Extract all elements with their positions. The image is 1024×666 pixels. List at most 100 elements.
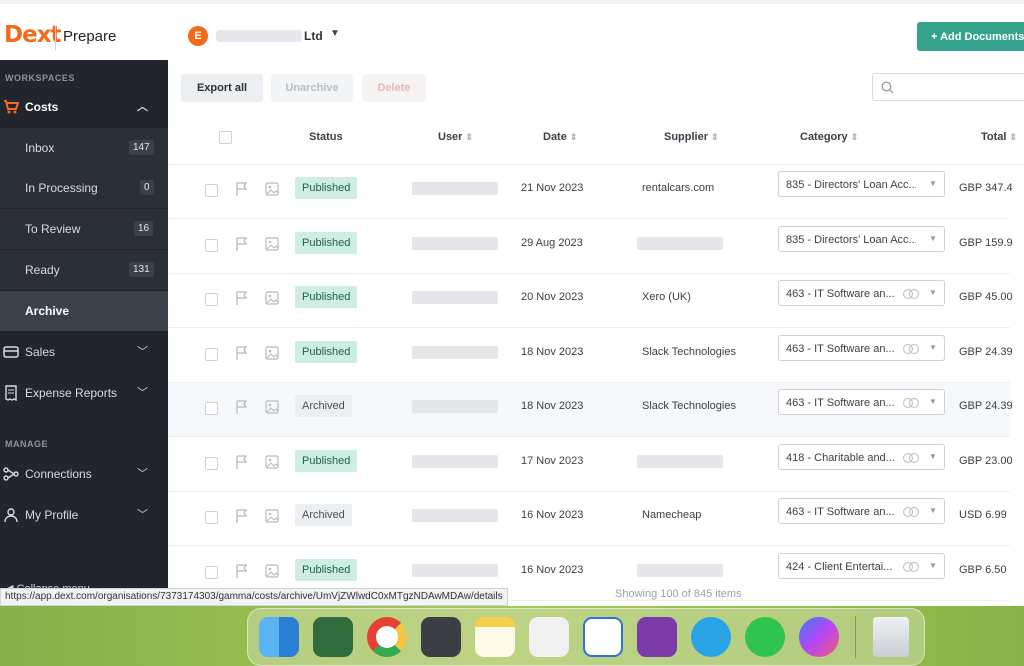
chevron-down-icon[interactable]: ﹀ <box>137 506 148 522</box>
sidebar-item-connections[interactable]: Connections ﹀ <box>0 454 168 494</box>
image-icon[interactable] <box>265 509 279 523</box>
row-checkbox[interactable] <box>205 238 218 252</box>
chevron-up-icon[interactable]: ︿ <box>137 98 148 114</box>
whatsapp-icon[interactable] <box>745 617 785 657</box>
category-value: 463 - IT Software an... <box>786 397 894 409</box>
trash-icon[interactable] <box>873 617 909 657</box>
column-category[interactable]: Category ⇕ <box>800 131 858 143</box>
auto-category-icon <box>902 505 920 519</box>
unarchive-button[interactable]: Unarchive <box>271 74 353 102</box>
image-icon[interactable] <box>265 236 279 251</box>
column-total[interactable]: Total ⇕ <box>981 131 1017 143</box>
row-checkbox[interactable] <box>205 347 218 361</box>
column-user[interactable]: User ⇕ <box>438 131 473 143</box>
quran-app-icon[interactable] <box>313 617 353 657</box>
table-row[interactable]: Archived 18 Nov 2023 Slack Technologies 463… <box>168 383 1013 437</box>
auto-category-icon <box>902 451 920 465</box>
flag-icon[interactable] <box>234 454 250 470</box>
table-row[interactable]: Published 18 Nov 2023 Slack Technologies 46… <box>168 329 1013 383</box>
row-checkbox[interactable] <box>205 565 218 579</box>
category-select[interactable]: 463 - IT Software an... ▼ <box>778 334 945 361</box>
sidebar-item-expense-reports[interactable]: Expense Reports ﹀ <box>0 373 168 413</box>
sidebar-item-costs[interactable]: Costs ︿ <box>0 87 168 127</box>
notes-icon[interactable] <box>475 617 515 657</box>
table-row[interactable]: Published 20 Nov 2023 Xero (UK) 463 - IT So… <box>168 274 1013 328</box>
sidebar-item-ready[interactable]: Ready 131 <box>0 250 168 290</box>
category-value: 835 - Directors' Loan Acc... <box>786 179 916 191</box>
sidebar-item-in-processing[interactable]: In Processing 0 <box>0 168 168 208</box>
row-checkbox[interactable] <box>205 184 218 197</box>
add-documents-button[interactable]: + Add Documents <box>917 22 1024 51</box>
column-supplier[interactable]: Supplier ⇕ <box>664 131 719 143</box>
category-select[interactable]: 835 - Directors' Loan Acc... ▼ <box>778 225 945 252</box>
chevron-down-icon[interactable]: ﹀ <box>137 465 148 481</box>
launchpad-icon[interactable] <box>529 617 569 657</box>
chrome-icon[interactable] <box>367 617 407 657</box>
column-date[interactable]: Date ⇕ <box>543 131 577 143</box>
sidebar-item-archive[interactable]: Archive <box>0 291 168 331</box>
flag-icon[interactable] <box>234 181 250 197</box>
table-row[interactable]: Published 29 Aug 2023 835 - Directors' Loa… <box>168 220 1013 274</box>
column-status[interactable]: Status <box>309 131 343 143</box>
calculator-icon[interactable] <box>421 617 461 657</box>
search-input[interactable] <box>872 73 1024 101</box>
flag-icon[interactable] <box>234 563 250 579</box>
todo-icon[interactable] <box>583 617 623 657</box>
flag-icon[interactable] <box>234 508 250 524</box>
total-cell: GBP 347.4 <box>959 182 1013 194</box>
sidebar-item-to-review[interactable]: To Review 16 <box>0 209 168 249</box>
chevron-down-icon[interactable]: ﹀ <box>137 384 148 400</box>
status-badge: Archived <box>295 504 352 526</box>
sidebar-item-label: Ready <box>25 263 60 277</box>
image-icon[interactable] <box>265 182 279 196</box>
row-checkbox[interactable] <box>205 511 218 524</box>
skype-icon[interactable] <box>691 617 731 657</box>
chevron-down-icon: ▼ <box>929 506 937 515</box>
org-name-suffix[interactable]: Ltd <box>304 29 323 43</box>
category-select[interactable]: 463 - IT Software an... ▼ <box>778 280 945 306</box>
category-select[interactable]: 424 - Client Entertai... ▼ <box>778 552 945 579</box>
finder-icon[interactable] <box>259 617 299 657</box>
image-icon[interactable] <box>265 345 279 360</box>
image-icon[interactable] <box>265 400 279 414</box>
dext-logo[interactable]: Dext <box>4 22 62 48</box>
status-badge: Published <box>295 340 358 363</box>
chevron-down-icon[interactable]: ▼ <box>330 28 340 39</box>
sidebar-item-my-profile[interactable]: My Profile ﹀ <box>0 495 168 535</box>
row-checkbox[interactable] <box>205 293 218 306</box>
export-all-button[interactable]: Export all <box>181 74 263 102</box>
search-icon <box>881 81 894 94</box>
category-select[interactable]: 463 - IT Software an... ▼ <box>778 498 945 524</box>
table-row[interactable]: Published 17 Nov 2023 418 - Charitable and… <box>168 438 1013 492</box>
sidebar-item-inbox[interactable]: Inbox 147 <box>0 128 168 168</box>
table-row[interactable]: Published 21 Nov 2023 rentalcars.com 835 - … <box>168 165 1013 219</box>
sidebar-item-sales[interactable]: Sales ﹀ <box>0 332 168 372</box>
select-all-checkbox[interactable] <box>219 131 232 144</box>
image-icon[interactable] <box>265 454 279 469</box>
supplier-cell: Slack Technologies <box>642 345 736 358</box>
category-select[interactable]: 835 - Directors' Loan Acc... ▼ <box>778 171 945 197</box>
auto-category-icon <box>902 560 920 574</box>
category-select[interactable]: 418 - Charitable and... ▼ <box>778 443 945 470</box>
flag-icon[interactable] <box>234 399 250 415</box>
chevron-down-icon[interactable]: ﹀ <box>137 343 148 359</box>
count-badge: 16 <box>134 221 154 236</box>
total-cell: GBP 45.00 <box>959 291 1013 303</box>
messenger-icon[interactable] <box>799 617 839 657</box>
flag-icon[interactable] <box>234 345 250 361</box>
flag-icon[interactable] <box>234 236 250 252</box>
org-avatar[interactable]: E <box>188 26 208 46</box>
delete-button[interactable]: Delete <box>362 74 426 102</box>
user-redacted <box>412 291 498 304</box>
table-row[interactable]: Archived 16 Nov 2023 Namecheap 463 - IT Sof… <box>168 492 1010 546</box>
flag-icon[interactable] <box>234 290 250 306</box>
table-header <box>168 120 1024 165</box>
row-checkbox[interactable] <box>205 456 218 470</box>
category-select[interactable]: 463 - IT Software an... ▼ <box>778 389 945 415</box>
status-badge: Published <box>295 286 358 308</box>
sidebar-item-label: To Review <box>25 222 81 236</box>
image-icon[interactable] <box>265 291 279 305</box>
row-checkbox[interactable] <box>205 402 218 415</box>
onenote-icon[interactable] <box>637 617 677 657</box>
image-icon[interactable] <box>265 563 279 578</box>
